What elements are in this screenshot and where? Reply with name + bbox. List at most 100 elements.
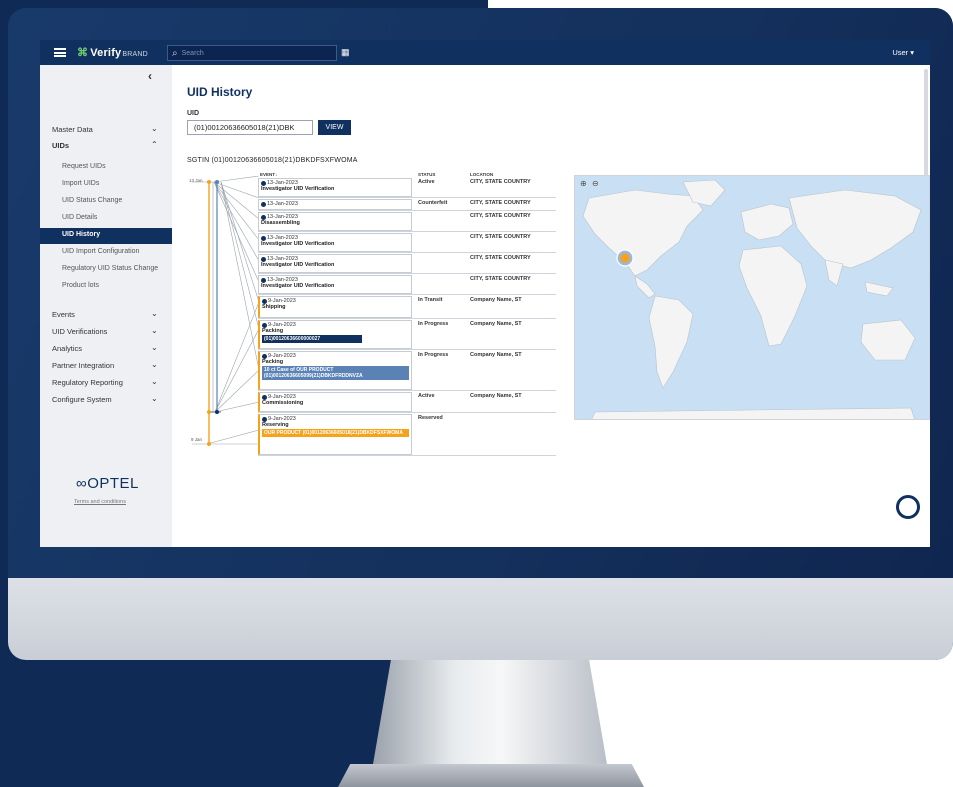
event-status: In Transit [418, 297, 443, 303]
sidebar-item-uid-history[interactable]: UID History [40, 228, 172, 244]
timeline-graph [192, 175, 259, 446]
event-dot-icon [261, 180, 266, 186]
chevron-down-icon: ⌄ [151, 343, 158, 352]
event-status: Active [418, 393, 435, 399]
event-cell: 13-Jan-2023 Disassembling [258, 212, 412, 231]
event-dot-icon [262, 394, 267, 400]
event-dot-icon [261, 256, 266, 262]
event-cell: 9-Jan-2023 Commissioning [258, 392, 412, 412]
sidebar-group-label: Configure System [52, 395, 112, 404]
optel-logo-text: OPTEL [87, 475, 139, 492]
event-status: Counterfeit [418, 200, 448, 206]
event-row[interactable]: 9-Jan-2023 Packing 10 ct Case of OUR PRO… [258, 351, 556, 391]
sidebar-item-uid-import-configuration[interactable]: UID Import Configuration [40, 245, 172, 261]
event-type: Investigator UID Verification [261, 262, 335, 268]
search-icon: ⌕ [172, 47, 178, 59]
event-cell: 9-Jan-2023 Packing (01)00120636600000027 [258, 320, 412, 349]
column-header-location: LOCATION [470, 172, 494, 177]
sidebar-group-partner-integration[interactable]: Partner Integration ⌄ [40, 358, 172, 374]
sidebar-item-label: UID History [62, 231, 101, 238]
zoom-in-icon[interactable]: ⊕ [580, 179, 587, 188]
location-marker[interactable] [620, 253, 630, 263]
uid-label: UID [187, 110, 200, 117]
sidebar-group-analytics[interactable]: Analytics ⌄ [40, 341, 172, 357]
sidebar-item-uid-status-change[interactable]: UID Status Change [40, 194, 172, 210]
zoom-out-icon[interactable]: ⊖ [592, 179, 599, 188]
event-cell: 13-Jan-2023 Investigator UID Verificatio… [258, 275, 412, 294]
sidebar-item-product-lots[interactable]: Product lots [40, 279, 172, 295]
sidebar-item-label: Product lots [62, 282, 99, 289]
barcode-scan-icon[interactable]: ▦ [341, 47, 350, 58]
event-type: Investigator UID Verification [261, 186, 335, 192]
sidebar-group-events[interactable]: Events ⌄ [40, 307, 172, 323]
event-location: Company Name, ST [470, 352, 522, 358]
uid-badge[interactable]: (01)00120636600000027 [262, 335, 362, 343]
event-row[interactable]: 13-Jan-2023 Investigator UID Verificatio… [258, 275, 556, 295]
event-type: Packing [262, 359, 284, 365]
optel-mark-icon: ∞ [76, 475, 88, 492]
user-menu[interactable]: User ▾ [892, 48, 914, 57]
event-type: Investigator UID Verification [261, 283, 335, 289]
world-map-graphic [582, 179, 922, 419]
event-row[interactable]: 9-Jan-2023 Reserving OUR PRODUCT (01)001… [258, 414, 556, 456]
sidebar-group-uids[interactable]: UIDs ⌃ [40, 138, 172, 154]
sidebar-item-label: Request UIDs [62, 163, 106, 170]
sidebar-item-uid-details[interactable]: UID Details [40, 211, 172, 227]
sidebar-group-label: Analytics [52, 344, 83, 353]
uid-input[interactable]: (01)00120636605018(21)DBK [187, 120, 313, 135]
event-type: Reserving [262, 422, 289, 428]
event-location: Company Name, ST [470, 321, 522, 327]
event-status: Reserved [418, 415, 443, 421]
chevron-down-icon: ⌄ [151, 377, 158, 386]
hamburger-menu-icon[interactable] [54, 48, 66, 57]
event-dot-icon [262, 322, 267, 328]
event-type: Packing [262, 328, 284, 334]
event-row[interactable]: 13-Jan-2023 Counterfeit CITY, STATE COUN… [258, 199, 556, 211]
brand-sub: BRAND [122, 51, 148, 58]
event-location: CITY, STATE COUNTRY [470, 255, 531, 261]
sidebar-item-regulatory-uid-status-change[interactable]: Regulatory UID Status Change [40, 262, 172, 278]
event-dot-icon [261, 235, 266, 241]
location-map[interactable]: ⊕ ⊖ [574, 175, 930, 420]
event-row[interactable]: 9-Jan-2023 Commissioning Active Company … [258, 392, 556, 413]
event-row[interactable]: 13-Jan-2023 Investigator UID Verificatio… [258, 233, 556, 253]
sidebar-item-import-uids[interactable]: Import UIDs [40, 177, 172, 193]
monitor-chin [8, 578, 953, 660]
sidebar-group-regulatory-reporting[interactable]: Regulatory Reporting ⌄ [40, 375, 172, 391]
monitor-stand-foot [338, 764, 644, 787]
terms-link[interactable]: Terms and conditions [74, 499, 126, 505]
event-cell: 13-Jan-2023 Investigator UID Verificatio… [258, 233, 412, 252]
event-location: CITY, STATE COUNTRY [470, 179, 531, 185]
collapse-sidebar-icon[interactable]: ‹ [148, 69, 152, 83]
view-button[interactable]: VIEW [318, 120, 351, 135]
event-type: Commissioning [262, 400, 304, 406]
sidebar-item-request-uids[interactable]: Request UIDs [40, 160, 172, 176]
sidebar-group-configure-system[interactable]: Configure System ⌄ [40, 392, 172, 408]
event-row[interactable]: 9-Jan-2023 Shipping In Transit Company N… [258, 296, 556, 319]
uid-badge[interactable]: OUR PRODUCT (01)00120636605018(21)DBKDFS… [262, 429, 409, 437]
sidebar-group-label: Partner Integration [52, 361, 115, 370]
sidebar-group-uid-verifications[interactable]: UID Verifications ⌄ [40, 324, 172, 340]
event-row[interactable]: 13-Jan-2023 Disassembling CITY, STATE CO… [258, 212, 556, 232]
event-row[interactable]: 13-Jan-2023 Investigator UID Verificatio… [258, 254, 556, 274]
event-dot-icon [262, 298, 267, 304]
chevron-down-icon: ⌄ [151, 309, 158, 318]
verifybrand-logo[interactable]: ⌘ VerifyBRAND [77, 46, 148, 59]
sidebar-group-label: Regulatory Reporting [52, 378, 123, 387]
event-row[interactable]: 9-Jan-2023 Packing (01)00120636600000027… [258, 320, 556, 350]
search-placeholder: Search [181, 49, 204, 57]
uid-badge[interactable]: 10 ct Case of OUR PRODUCT (01)0012063660… [262, 366, 409, 380]
sidebar-group-master-data[interactable]: Master Data ⌄ [40, 122, 172, 138]
event-location: Company Name, ST [470, 297, 522, 303]
event-row[interactable]: 13-Jan-2023 Investigator UID Verificatio… [258, 178, 556, 198]
sidebar-group-label: Events [52, 310, 75, 319]
search-input[interactable]: ⌕ Search [167, 45, 337, 61]
event-location: CITY, STATE COUNTRY [470, 234, 531, 240]
chat-support-button[interactable] [896, 495, 920, 519]
event-location: CITY, STATE COUNTRY [470, 213, 531, 219]
event-location: Company Name, ST [470, 393, 522, 399]
column-header-event[interactable]: EVENT↓ [260, 172, 277, 177]
event-date: 13-Jan-2023 [261, 201, 409, 207]
event-status: Active [418, 179, 435, 185]
sidebar: ‹ Master Data ⌄ UIDs ⌃ Request UIDs Impo… [40, 65, 172, 547]
